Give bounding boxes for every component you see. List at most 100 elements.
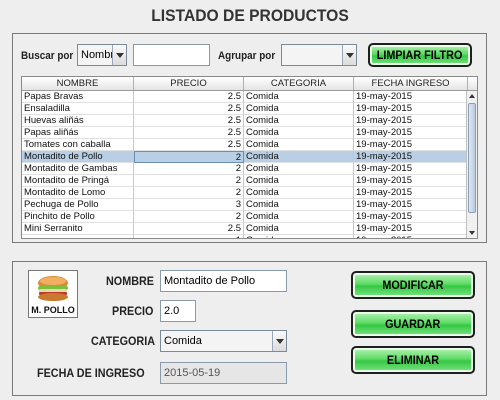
save-button[interactable]: GUARDAR [351, 310, 475, 338]
table-row[interactable]: Mini Serranito 2.5 Comida 19-may-2015 [22, 223, 468, 235]
table-cell[interactable]: Papas aliñás [22, 127, 134, 139]
group-label: Agrupar por [218, 50, 276, 62]
table-cell[interactable]: Montadito de Pringá [22, 175, 134, 187]
table-cell[interactable]: 19-may-2015 [354, 115, 468, 127]
table-row[interactable]: Montadito de Lomo 2 Comida 19-may-2015 [22, 187, 468, 199]
column-header-categoria[interactable]: CATEGORIA [244, 77, 354, 90]
search-input[interactable] [133, 44, 210, 66]
table-cell[interactable]: 19-may-2015 [354, 211, 468, 223]
scroll-down-icon[interactable] [467, 228, 477, 238]
table-cell[interactable]: 19-may-2015 [354, 187, 468, 199]
table-cell[interactable]: 2 [134, 163, 244, 175]
table-cell[interactable]: 19-may-2015 [354, 199, 468, 211]
table-cell[interactable]: 19-may-2015 [354, 103, 468, 115]
clear-filter-button[interactable]: LIMPIAR FILTRO [368, 43, 472, 67]
page-title: LISTADO DE PRODUCTOS [151, 6, 349, 25]
table-header: NOMBRE PRECIO CATEGORIA FECHA INGRESO [22, 77, 477, 91]
table-row[interactable]: Montadito de Gambas 2 Comida 19-may-2015 [22, 163, 468, 175]
scroll-up-icon[interactable] [467, 91, 477, 101]
table-cell[interactable]: 1 [134, 235, 244, 238]
table-cell[interactable]: 2.5 [134, 115, 244, 127]
table-row[interactable]: Huevas aliñás 2.5 Comida 19-may-2015 [22, 115, 468, 127]
table-cell[interactable]: Comida [244, 175, 354, 187]
table-cell[interactable]: Comida [244, 139, 354, 151]
table-cell[interactable]: Tomates con caballa [22, 139, 134, 151]
table-row[interactable]: Papas aliñás 2.5 Comida 19-may-2015 [22, 127, 468, 139]
table-cell[interactable]: Comida [244, 115, 354, 127]
clear-filter-label: LIMPIAR FILTRO [377, 48, 463, 62]
table-row[interactable]: Montadito de Pollo 2 Comida 19-may-2015 [22, 151, 468, 163]
column-header-precio[interactable]: PRECIO [134, 77, 244, 90]
table-cell[interactable]: Montadito de Gambas [22, 163, 134, 175]
table-cell[interactable]: 19-may-2015 [354, 235, 468, 238]
products-table[interactable]: NOMBRE PRECIO CATEGORIA FECHA INGRESO Pa… [21, 76, 478, 239]
group-by-select[interactable] [281, 44, 357, 66]
table-body: Papas Bravas 2.5 Comida 19-may-2015 Ensaladi… [22, 91, 468, 238]
table-cell[interactable]: 2 [134, 187, 244, 199]
table-row[interactable]: Tomates con caballa 2.5 Comida 19-may-2015 [22, 139, 468, 151]
delete-button[interactable]: ELIMINAR [351, 346, 475, 374]
table-cell[interactable]: Ensaladilla [22, 103, 134, 115]
table-cell[interactable]: Comida [244, 151, 354, 163]
date-field: 2015-05-19 [160, 362, 287, 384]
product-image-caption: M. POLLO [31, 305, 75, 315]
table-row[interactable]: Montadito de Pringá 2 Comida 19-may-2015 [22, 175, 468, 187]
table-cell[interactable]: 19-may-2015 [354, 127, 468, 139]
table-cell[interactable]: 19-may-2015 [354, 175, 468, 187]
table-cell[interactable]: 2.5 [134, 139, 244, 151]
search-label: Buscar por [21, 50, 74, 62]
chevron-down-icon[interactable] [112, 45, 126, 65]
table-cell[interactable]: 2.5 [134, 223, 244, 235]
table-cell[interactable]: 2 [134, 151, 244, 163]
table-cell[interactable] [22, 235, 134, 238]
date-label: FECHA DE INGRESO [37, 366, 145, 380]
table-cell[interactable]: Comida [244, 163, 354, 175]
table-cell[interactable]: 2.5 [134, 91, 244, 103]
table-cell[interactable]: 2 [134, 211, 244, 223]
table-cell[interactable]: Comida [244, 199, 354, 211]
table-cell[interactable]: Montadito de Pollo [22, 151, 134, 163]
table-cell[interactable]: Montadito de Lomo [22, 187, 134, 199]
category-select[interactable]: Comida [160, 330, 287, 352]
table-cell[interactable]: Comida [244, 235, 354, 238]
sandwich-icon [38, 276, 68, 301]
category-label: CATEGORIA [91, 334, 155, 348]
table-cell[interactable]: Comida [244, 211, 354, 223]
column-header-fecha[interactable]: FECHA INGRESO [354, 77, 468, 90]
price-label: PRECIO [112, 304, 154, 318]
price-field[interactable]: 2.0 [160, 300, 196, 322]
column-header-nombre[interactable]: NOMBRE [22, 77, 134, 90]
table-row[interactable]: Pechuga de Pollo 3 Comida 19-may-2015 [22, 199, 468, 211]
table-cell[interactable]: Comida [244, 127, 354, 139]
table-cell[interactable]: Pinchito de Pollo [22, 211, 134, 223]
table-row[interactable]: 1Comida19-may-2015 [22, 235, 468, 238]
chevron-down-icon[interactable] [342, 45, 356, 65]
modify-button[interactable]: MODIFICAR [351, 271, 475, 299]
table-cell[interactable]: 3 [134, 199, 244, 211]
table-scrollbar[interactable] [466, 91, 477, 238]
table-cell[interactable]: 19-may-2015 [354, 151, 468, 163]
table-row[interactable]: Papas Bravas 2.5 Comida 19-may-2015 [22, 91, 468, 103]
name-field[interactable]: Montadito de Pollo [160, 270, 287, 292]
search-field-select[interactable]: Nombre [77, 44, 127, 66]
table-cell[interactable]: 19-may-2015 [354, 139, 468, 151]
chevron-down-icon[interactable] [272, 331, 286, 351]
table-row[interactable]: Pinchito de Pollo 2 Comida 19-may-2015 [22, 211, 468, 223]
table-cell[interactable]: Huevas aliñás [22, 115, 134, 127]
table-cell[interactable]: 2 [134, 175, 244, 187]
table-cell[interactable]: Pechuga de Pollo [22, 199, 134, 211]
table-cell[interactable]: 2.5 [134, 127, 244, 139]
delete-label: ELIMINAR [386, 353, 440, 367]
table-cell[interactable]: 19-may-2015 [354, 91, 468, 103]
table-cell[interactable]: 19-may-2015 [354, 163, 468, 175]
table-cell[interactable]: Mini Serranito [22, 223, 134, 235]
table-cell[interactable]: Comida [244, 187, 354, 199]
table-row[interactable]: Ensaladilla 2.5 Comida 19-may-2015 [22, 103, 468, 115]
table-cell[interactable]: 2.5 [134, 103, 244, 115]
table-cell[interactable]: Papas Bravas [22, 91, 134, 103]
scroll-thumb[interactable] [468, 103, 476, 213]
table-cell[interactable]: Comida [244, 103, 354, 115]
table-cell[interactable]: Comida [244, 91, 354, 103]
table-cell[interactable]: 19-may-2015 [354, 223, 468, 235]
table-cell[interactable]: Comida [244, 223, 354, 235]
